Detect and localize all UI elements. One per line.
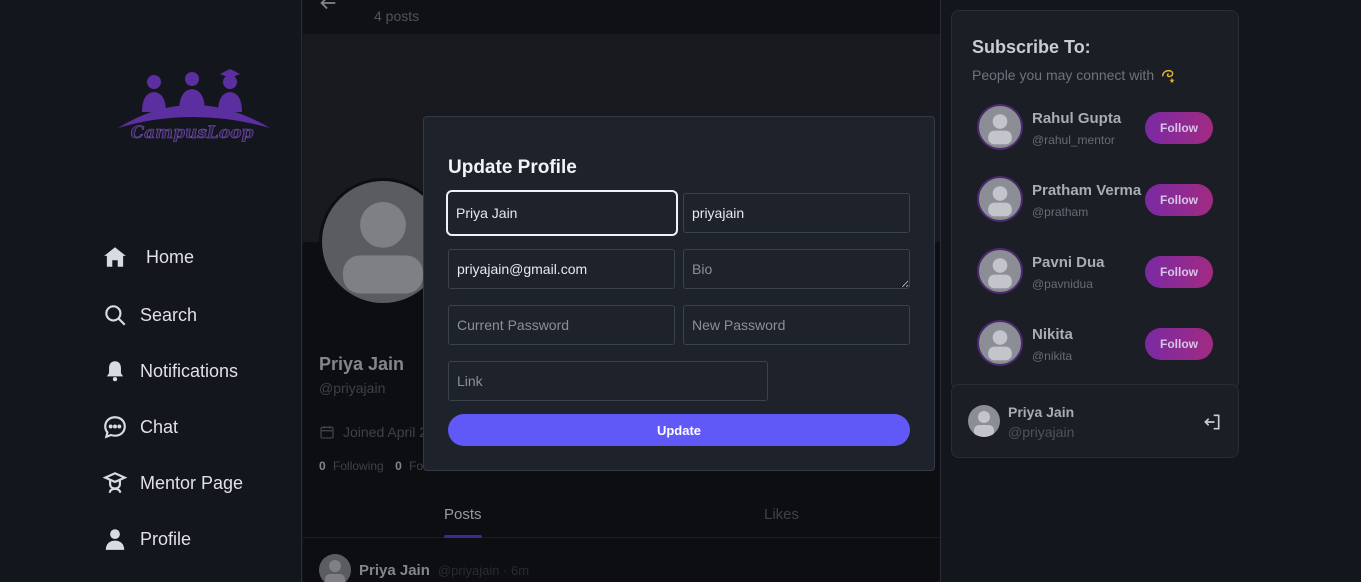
nav-label-chat: Chat xyxy=(140,416,179,437)
suggested-user-name[interactable]: Pratham Verma xyxy=(1032,182,1141,199)
suggested-user-handle: @pavnidua xyxy=(1032,277,1093,291)
suggested-user[interactable]: Rahul Gupta @rahul_mentor Follow xyxy=(977,104,1217,152)
suggested-users-panel: Subscribe To: People you may connect wit… xyxy=(951,10,1239,390)
dizzy-star-icon xyxy=(1162,69,1175,83)
suggested-user[interactable]: Pavni Dua @pavnidua Follow xyxy=(977,248,1217,296)
user-icon xyxy=(105,529,125,550)
modal-title: Update Profile xyxy=(448,157,577,178)
nav-label-search: Search xyxy=(140,304,198,325)
follow-button[interactable]: Follow xyxy=(1145,112,1213,144)
nav-label-home: Home xyxy=(146,246,195,267)
current-password-input[interactable] xyxy=(448,305,675,345)
logo-text: CampusLoop xyxy=(131,123,254,143)
subscribe-subtitle: People you may connect with xyxy=(972,67,1176,83)
follow-button[interactable]: Follow xyxy=(1145,256,1213,288)
current-user-name: Priya Jain xyxy=(1008,404,1075,420)
bell-icon xyxy=(106,361,124,382)
nav-notifications[interactable]: Notifications xyxy=(102,358,238,384)
nav-profile[interactable]: Profile xyxy=(102,526,191,552)
nav-mentor-page[interactable]: Mentor Page xyxy=(102,470,243,496)
suggested-user-handle: @pratham xyxy=(1032,205,1089,219)
logout-icon[interactable] xyxy=(1202,412,1222,432)
current-user-avatar[interactable] xyxy=(968,405,1000,437)
update-button[interactable]: Update xyxy=(448,414,910,446)
chat-icon xyxy=(104,416,126,439)
suggested-user-avatar[interactable] xyxy=(977,176,1023,222)
current-user-card: Priya Jain @priyajain xyxy=(951,384,1239,458)
nav-home[interactable]: Home xyxy=(102,244,194,270)
suggested-user-avatar[interactable] xyxy=(977,248,1023,294)
username-input[interactable] xyxy=(683,193,910,233)
subscribe-subtitle-text: People you may connect with xyxy=(972,67,1155,83)
link-input[interactable] xyxy=(448,361,768,401)
subscribe-title: Subscribe To: xyxy=(972,37,1091,57)
nav-chat[interactable]: Chat xyxy=(102,414,178,440)
follow-button[interactable]: Follow xyxy=(1145,328,1213,360)
follow-button[interactable]: Follow xyxy=(1145,184,1213,216)
search-icon xyxy=(105,305,126,326)
suggested-user-handle: @rahul_mentor xyxy=(1032,133,1115,147)
nav-label-profile: Profile xyxy=(140,528,192,549)
suggested-user-avatar[interactable] xyxy=(977,320,1023,366)
bio-textarea[interactable] xyxy=(683,249,910,289)
update-profile-modal: Update Profile Update xyxy=(423,116,935,471)
suggested-user-handle: @nikita xyxy=(1032,349,1073,363)
suggested-user-name[interactable]: Rahul Gupta xyxy=(1032,110,1121,127)
suggested-user-avatar[interactable] xyxy=(977,104,1023,150)
nav-label-notifications: Notifications xyxy=(140,360,239,381)
suggested-user[interactable]: Nikita @nikita Follow xyxy=(977,320,1217,368)
campusloop-logo[interactable]: CampusLoop xyxy=(112,66,272,150)
current-user-handle: @priyajain xyxy=(1008,424,1075,440)
mentor-icon xyxy=(102,472,128,494)
full-name-input[interactable] xyxy=(446,190,678,236)
suggested-user[interactable]: Pratham Verma @pratham Follow xyxy=(977,176,1217,224)
sidebar: CampusLoop Home Search Notifications Cha… xyxy=(0,0,302,582)
email-input[interactable] xyxy=(448,249,675,289)
nav-label-mentor-page: Mentor Page xyxy=(140,472,244,493)
suggested-user-name[interactable]: Pavni Dua xyxy=(1032,254,1105,271)
home-icon xyxy=(104,247,126,267)
nav-search[interactable]: Search xyxy=(102,302,197,328)
new-password-input[interactable] xyxy=(683,305,910,345)
suggested-user-name[interactable]: Nikita xyxy=(1032,326,1073,343)
